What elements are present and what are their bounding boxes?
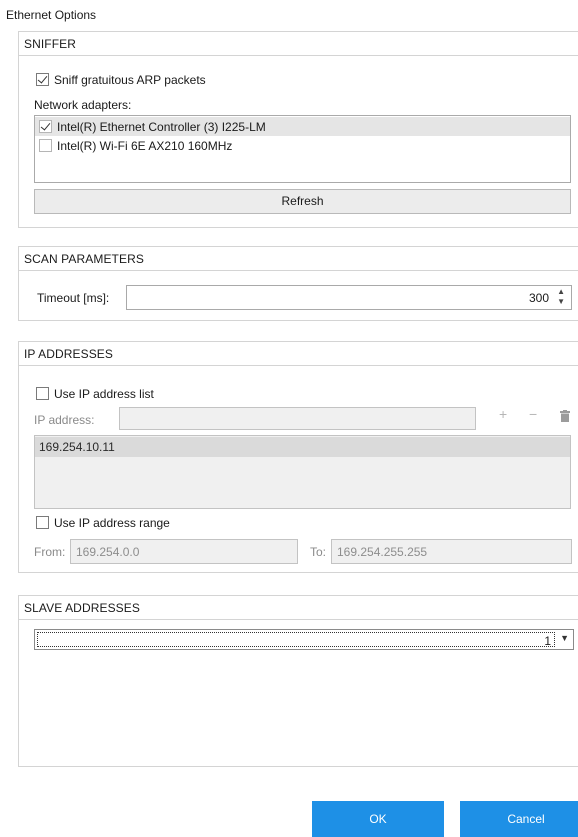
ok-button[interactable]: OK <box>312 801 444 837</box>
slave-address-focus: 1 <box>37 632 555 648</box>
sniffer-section: SNIFFER Sniff gratuitous ARP packets Net… <box>18 31 578 228</box>
slave-addresses-header: SLAVE ADDRESSES <box>19 596 578 620</box>
ip-list-item[interactable]: 169.254.10.11 <box>35 437 570 457</box>
timeout-value[interactable]: 300 <box>529 291 549 305</box>
adapter-row-ethernet[interactable]: Intel(R) Ethernet Controller (3) I225-LM <box>35 117 570 136</box>
to-label: To: <box>310 545 327 559</box>
chevron-down-icon[interactable]: ▼ <box>560 633 569 643</box>
adapter-row-wifi[interactable]: Intel(R) Wi-Fi 6E AX210 160MHz <box>35 136 570 155</box>
slave-address-value: 1 <box>544 634 551 648</box>
adapter-ethernet-checkbox[interactable] <box>39 120 52 133</box>
from-label: From: <box>34 545 66 559</box>
scan-parameters-header: SCAN PARAMETERS <box>19 247 578 271</box>
use-ip-list-checkbox[interactable] <box>36 387 49 400</box>
ip-address-label: IP address: <box>34 413 95 427</box>
to-input[interactable]: 169.254.255.255 <box>331 539 572 564</box>
from-input[interactable]: 169.254.0.0 <box>70 539 298 564</box>
refresh-button[interactable]: Refresh <box>34 189 571 214</box>
timeout-label: Timeout [ms]: <box>37 291 110 305</box>
use-ip-list-label[interactable]: Use IP address list <box>54 387 154 401</box>
remove-icon[interactable]: − <box>529 406 537 422</box>
scan-parameters-section: SCAN PARAMETERS Timeout [ms]: 300 ▲ ▼ <box>18 246 578 321</box>
use-ip-range-checkbox[interactable] <box>36 516 49 529</box>
from-value: 169.254.0.0 <box>76 545 140 559</box>
use-ip-range-label[interactable]: Use IP address range <box>54 516 170 530</box>
cancel-button[interactable]: Cancel <box>460 801 578 837</box>
delete-icon[interactable] <box>560 410 570 422</box>
adapter-wifi-checkbox[interactable] <box>39 139 52 152</box>
ip-addresses-header: IP ADDRESSES <box>19 342 578 366</box>
timeout-spinbox[interactable]: 300 ▲ ▼ <box>126 285 572 310</box>
adapter-ethernet-label: Intel(R) Ethernet Controller (3) I225-LM <box>57 120 266 134</box>
ip-address-input[interactable] <box>119 407 476 430</box>
network-adapters-label: Network adapters: <box>34 98 132 112</box>
window-title: Ethernet Options <box>6 8 97 22</box>
ip-list-item-label: 169.254.10.11 <box>39 440 115 454</box>
adapter-wifi-label: Intel(R) Wi-Fi 6E AX210 160MHz <box>57 139 233 153</box>
slave-address-select[interactable]: 1 ▼ <box>34 629 574 650</box>
ip-address-list[interactable]: 169.254.10.11 <box>34 435 571 509</box>
add-icon[interactable]: + <box>499 406 507 422</box>
to-value: 169.254.255.255 <box>337 545 428 559</box>
spin-down-icon[interactable]: ▼ <box>557 297 565 306</box>
spin-up-icon[interactable]: ▲ <box>557 287 565 296</box>
network-adapters-list[interactable]: Intel(R) Ethernet Controller (3) I225-LM… <box>34 115 571 183</box>
sniffer-header: SNIFFER <box>19 32 578 56</box>
slave-addresses-section: SLAVE ADDRESSES 1 ▼ <box>18 595 578 767</box>
sniff-arp-checkbox[interactable] <box>36 73 49 86</box>
sniff-arp-label[interactable]: Sniff gratuitous ARP packets <box>54 73 206 87</box>
ip-addresses-section: IP ADDRESSES Use IP address list IP addr… <box>18 341 578 573</box>
